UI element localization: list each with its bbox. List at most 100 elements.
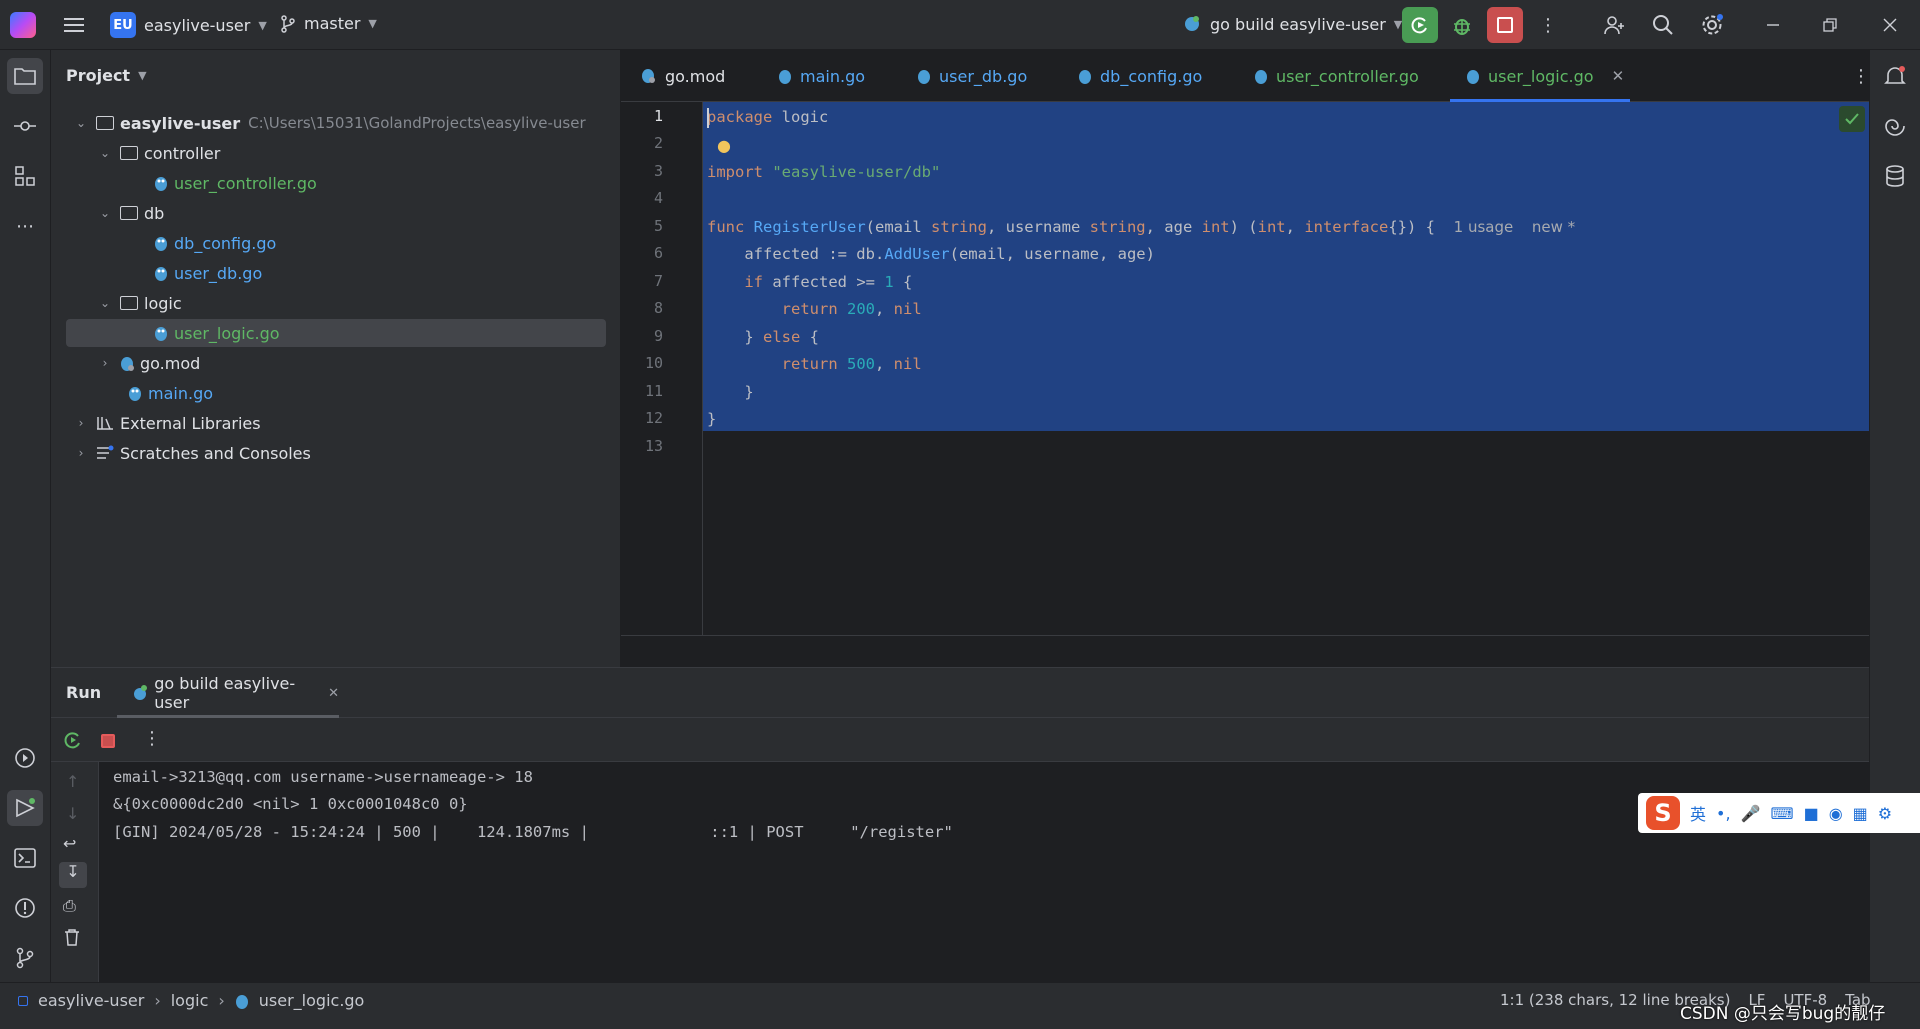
breadcrumb-item[interactable]: easylive-user: [38, 991, 144, 1010]
rerun-icon: [1411, 17, 1427, 34]
notifications-button[interactable]: [1877, 58, 1913, 94]
debug-button[interactable]: [1444, 7, 1480, 43]
tree-external-libraries[interactable]: › External Libraries: [66, 409, 606, 437]
structure-tool-button[interactable]: [7, 158, 43, 194]
search-icon[interactable]: [1645, 7, 1681, 43]
tab-user-db-go[interactable]: user_db.go: [917, 50, 1027, 102]
services-tool-button[interactable]: [7, 740, 43, 776]
more-actions-icon[interactable]: ⋮: [1530, 7, 1566, 43]
tree-folder-logic[interactable]: ⌄ logic: [66, 289, 606, 317]
rerun-icon[interactable]: [63, 730, 83, 754]
main-menu-icon[interactable]: [56, 7, 92, 43]
project-switcher[interactable]: EU easylive-user ▼: [110, 12, 267, 38]
tree-file-user-db[interactable]: user_db.go: [66, 259, 606, 287]
tree-file-user-controller[interactable]: user_controller.go: [66, 169, 606, 197]
stop-button[interactable]: [1487, 7, 1523, 43]
tree-folder-db[interactable]: ⌄ db: [66, 199, 606, 227]
robot-icon[interactable]: ◉: [1829, 804, 1843, 823]
restore-window-icon[interactable]: [1812, 7, 1848, 43]
project-panel-title[interactable]: Project ▼: [66, 66, 147, 85]
editor-horizontal-scrollbar[interactable]: [621, 635, 1869, 667]
terminal-tool-button[interactable]: [7, 840, 43, 876]
tab-label: user_logic.go: [1488, 66, 1594, 86]
database-button[interactable]: [1877, 158, 1913, 194]
apps-grid-icon[interactable]: ▦: [1853, 804, 1868, 823]
branch-switcher[interactable]: master ▼: [280, 14, 377, 33]
more-tools-button[interactable]: ⋯: [7, 208, 43, 244]
chevron-right-icon[interactable]: ›: [74, 416, 88, 430]
settings-gear-icon[interactable]: [1694, 7, 1730, 43]
minimize-window-icon[interactable]: [1755, 7, 1791, 43]
breadcrumb-item[interactable]: logic: [171, 991, 209, 1010]
scroll-to-end-icon[interactable]: ↧: [59, 862, 87, 888]
chevron-down-icon[interactable]: ⌄: [74, 116, 88, 130]
ime-punctuation[interactable]: •,: [1716, 804, 1731, 823]
close-window-icon[interactable]: [1872, 7, 1908, 43]
tree-root[interactable]: ⌄ easylive-user C:\Users\15031\GolandPro…: [66, 109, 606, 137]
usage-hint[interactable]: 1 usage: [1454, 218, 1514, 236]
tab-user-controller-go[interactable]: user_controller.go: [1254, 50, 1419, 102]
ime-settings-icon[interactable]: ⚙: [1878, 804, 1892, 823]
tab-go-mod[interactable]: go.mod: [641, 50, 725, 102]
ime-toolbar[interactable]: S 英 •, 🎤 ⌨ ■ ◉ ▦ ⚙: [1638, 793, 1920, 833]
print-icon[interactable]: ⎙: [63, 896, 76, 916]
tree-file-main[interactable]: main.go: [66, 379, 606, 407]
chevron-down-icon[interactable]: ⌄: [98, 146, 112, 160]
ime-language[interactable]: 英: [1690, 801, 1706, 825]
trash-icon[interactable]: [64, 928, 80, 950]
add-user-icon[interactable]: [1596, 7, 1632, 43]
tree-file-db-config[interactable]: db_config.go: [66, 229, 606, 257]
app-logo-icon[interactable]: [10, 12, 36, 38]
tree-file-user-logic[interactable]: user_logic.go: [66, 319, 606, 347]
go-file-icon: [1255, 70, 1267, 84]
inspection-ok-icon[interactable]: [1839, 106, 1865, 132]
ai-assistant-button[interactable]: [1877, 108, 1913, 144]
close-tab-icon[interactable]: ✕: [328, 686, 339, 701]
code-editor[interactable]: 1 2 3 4 5 6 7 8 9 10 11 12 13 package lo…: [621, 102, 1869, 635]
lightbulb-icon[interactable]: ●: [717, 136, 731, 155]
code-line-1: package logic: [707, 104, 828, 131]
keyboard-icon[interactable]: ⌨: [1770, 804, 1793, 823]
soft-wrap-icon[interactable]: ↩: [63, 834, 76, 853]
project-panel: Project ▼ ⌄ easylive-user C:\Users\15031…: [51, 50, 621, 667]
run-config-selector[interactable]: go build easylive-user ▼: [1182, 14, 1402, 34]
run-tab[interactable]: go build easylive-user ✕: [117, 668, 339, 718]
stop-icon[interactable]: [101, 734, 115, 748]
arrow-down-icon[interactable]: ↓: [66, 804, 79, 823]
tree-item-label: db_config.go: [174, 233, 277, 253]
go-file-icon: [918, 70, 930, 84]
run-more-icon[interactable]: ⋮: [143, 728, 161, 749]
chevron-down-icon: ▼: [368, 17, 377, 30]
run-tool-button[interactable]: [7, 790, 43, 826]
tree-folder-controller[interactable]: ⌄ controller: [66, 139, 606, 167]
author-hint[interactable]: new *: [1532, 218, 1575, 236]
code-line-7: if affected >= 1 {: [707, 269, 912, 296]
microphone-icon[interactable]: 🎤: [1741, 804, 1761, 823]
more-icon: ⋯: [16, 215, 34, 237]
tree-scratches[interactable]: › Scratches and Consoles: [66, 439, 606, 467]
skin-icon[interactable]: ■: [1804, 804, 1819, 823]
console-output-line: [GIN] 2024/05/28 - 15:24:24 | 500 | 124.…: [113, 823, 953, 841]
tree-file-go-mod[interactable]: › go.mod: [66, 349, 606, 377]
tab-db-config-go[interactable]: db_config.go: [1078, 50, 1202, 102]
arrow-up-icon[interactable]: ↑: [66, 772, 79, 791]
chevron-down-icon[interactable]: ⌄: [98, 206, 112, 220]
rerun-button[interactable]: [1402, 7, 1438, 43]
number-literal: 200: [847, 300, 875, 318]
tab-main-go[interactable]: main.go: [778, 50, 865, 102]
right-tool-strip: [1869, 50, 1920, 982]
breadcrumb-item[interactable]: user_logic.go: [259, 991, 365, 1010]
chevron-right-icon[interactable]: ›: [98, 356, 112, 370]
line-number: 8: [653, 299, 663, 317]
git-tool-button[interactable]: [7, 940, 43, 976]
project-tool-button[interactable]: [7, 58, 43, 94]
tab-user-logic-go[interactable]: user_logic.go ✕: [1450, 50, 1630, 102]
tab-options-icon[interactable]: ⋮: [1843, 58, 1879, 94]
chevron-right-icon[interactable]: ›: [74, 446, 88, 460]
commit-tool-button[interactable]: [7, 108, 43, 144]
console-output-line: email->3213@qq.com username->usernameage…: [113, 768, 533, 786]
code-text: (email: [865, 218, 931, 236]
problems-tool-button[interactable]: [7, 890, 43, 926]
chevron-down-icon[interactable]: ⌄: [98, 296, 112, 310]
close-tab-icon[interactable]: ✕: [1612, 67, 1625, 85]
